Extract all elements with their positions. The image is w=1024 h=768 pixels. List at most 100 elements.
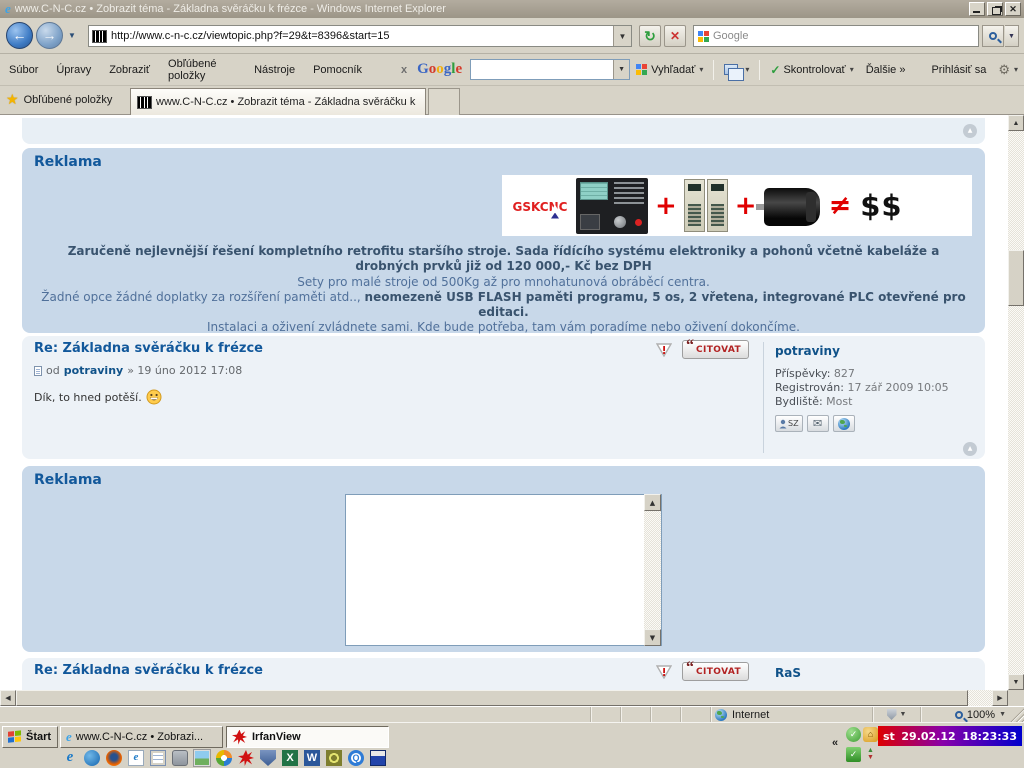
search-box[interactable]	[693, 25, 979, 47]
vertical-scrollbar[interactable]: ▲ ▼	[1008, 115, 1024, 690]
share-windows-icon	[724, 64, 738, 75]
gtb-more-button[interactable]: Ďalšie »	[860, 61, 912, 79]
plus-sign-2: +	[735, 191, 757, 221]
scroll-top-button[interactable]: ▲	[963, 124, 977, 138]
address-input[interactable]	[111, 27, 613, 45]
new-tab-stub[interactable]	[428, 88, 460, 115]
quicklaunch-media-player-icon[interactable]	[216, 750, 232, 766]
website-button[interactable]	[833, 415, 855, 432]
frame-scroll-down-button[interactable]: ▼	[644, 629, 661, 646]
menu-item-help[interactable]: Pomocník	[304, 60, 371, 80]
quicklaunch-floppy-icon[interactable]	[370, 750, 386, 766]
quicklaunch-word-icon[interactable]: W	[304, 750, 320, 766]
report-button[interactable]	[656, 342, 672, 357]
quicklaunch-irfanview-icon[interactable]	[238, 750, 254, 766]
profile-name-link[interactable]: RaS	[775, 666, 801, 680]
smiley-icon	[146, 389, 162, 405]
quicklaunch-ie-document-icon[interactable]: e	[128, 750, 144, 766]
menu-item-favorites[interactable]: Obľúbené položky	[159, 54, 245, 86]
menu-item-tools[interactable]: Nástroje	[245, 60, 304, 80]
scroll-up-button[interactable]: ▲	[1008, 115, 1024, 131]
report-icon	[656, 342, 672, 357]
scrollbar-thumb[interactable]	[16, 690, 968, 706]
profile-name-link[interactable]: potraviny	[775, 344, 840, 358]
private-message-button[interactable]: SZ	[775, 415, 803, 432]
menu-item-view[interactable]: Zobraziť	[100, 60, 159, 80]
quicklaunch-thunderbird-icon[interactable]	[84, 750, 100, 766]
quicklaunch-shield-icon[interactable]	[260, 750, 276, 766]
start-button[interactable]: Štart	[2, 726, 58, 748]
irfanview-icon	[232, 730, 247, 745]
security-zone-pane[interactable]: Internet	[710, 707, 872, 722]
gtb-wrench-button[interactable]: ⚙ ▾	[992, 59, 1024, 81]
google-search-combo[interactable]: ▼	[470, 59, 630, 80]
quote-button[interactable]: “ CITOVAT	[682, 340, 749, 359]
clock-date: 29.02.12	[901, 730, 955, 743]
horizontal-scrollbar[interactable]: ◀ ▶	[0, 690, 1008, 706]
back-button[interactable]: ←	[6, 22, 33, 49]
post-title[interactable]: Re: Základna svěráčku k frézce	[34, 341, 263, 356]
task-button-irfanview[interactable]: IrfanView	[226, 726, 389, 748]
favorites-button[interactable]: ★ Obľúbené položky	[6, 91, 112, 108]
tray-clock[interactable]: st 29.02.12 18:23:33	[878, 726, 1022, 746]
scroll-left-button[interactable]: ◀	[0, 690, 16, 706]
quicklaunch-photo-viewer-icon[interactable]	[194, 750, 210, 766]
post-author-link[interactable]: potraviny	[64, 364, 123, 377]
tray-gold-lock-icon[interactable]: ⌂	[863, 727, 878, 742]
toolbar-separator	[759, 60, 760, 80]
resize-grip[interactable]	[1010, 708, 1024, 722]
report-button[interactable]	[656, 664, 672, 679]
ad-frame[interactable]: ▲ ▼	[345, 494, 662, 646]
tray-collapse-button[interactable]: «	[832, 737, 838, 749]
gtb-spellcheck-button[interactable]: ✓ Skontrolovať▾	[764, 60, 859, 80]
search-button[interactable]	[982, 25, 1004, 47]
quicklaunch-text-document-icon[interactable]	[150, 750, 166, 766]
gtb-search-button[interactable]: Vyhľadať▾	[630, 61, 709, 79]
tray-status-check-icon[interactable]: ✓	[846, 727, 861, 742]
google-search-dropdown[interactable]: ▼	[613, 60, 629, 79]
scroll-down-button[interactable]: ▼	[1008, 674, 1024, 690]
quicklaunch-quicktime-icon[interactable]: Q	[348, 750, 364, 766]
email-button[interactable]: ✉	[807, 415, 829, 432]
forward-button[interactable]: →	[36, 22, 63, 49]
quicklaunch-excel-icon[interactable]: X	[282, 750, 298, 766]
quicklaunch-olive-app-icon[interactable]	[326, 750, 342, 766]
quicklaunch-internet-explorer-icon[interactable]: e	[62, 750, 78, 766]
address-bar[interactable]: ▼	[88, 25, 632, 47]
google-search-input[interactable]	[471, 61, 613, 78]
quote-button[interactable]: “ CITOVAT	[682, 662, 749, 681]
tab-active[interactable]: www.C-N-C.cz • Zobrazit téma - Základna …	[130, 88, 426, 115]
stop-button[interactable]: ✕	[664, 25, 686, 47]
post-title[interactable]: Re: Základna svěráčku k frézce	[34, 663, 263, 678]
frame-scrollbar[interactable]: ▲ ▼	[644, 495, 661, 645]
restore-button[interactable]	[987, 2, 1003, 16]
toolbar-close-icon[interactable]: x	[401, 64, 407, 76]
quicklaunch-firefox-icon[interactable]	[106, 750, 122, 766]
frame-scroll-up-button[interactable]: ▲	[644, 494, 661, 511]
search-input[interactable]	[713, 30, 978, 42]
task-button-ie[interactable]: e www.C-N-C.cz • Zobrazi...	[60, 726, 223, 748]
ad-banner[interactable]: GSKCNC + + ≠ $$	[502, 175, 972, 236]
address-dropdown[interactable]: ▼	[613, 26, 631, 46]
profile-field: Registrován: 17 zář 2009 10:05	[775, 381, 949, 395]
tray-folder-check-icon[interactable]: ✓	[846, 747, 861, 762]
close-button[interactable]: ✕	[1005, 2, 1021, 16]
zoom-control[interactable]: 100% ▼	[920, 707, 1010, 722]
history-dropdown-icon[interactable]: ▼	[68, 31, 76, 40]
status-pane	[590, 707, 620, 722]
gtb-signin-button[interactable]: Prihlásiť sa	[925, 61, 992, 79]
menu-item-edit[interactable]: Úpravy	[47, 60, 100, 80]
tray-sync-arrows-icon[interactable]: ▲▼	[863, 747, 878, 762]
quicklaunch-device-icon[interactable]	[172, 750, 188, 766]
profile-field: Bydliště: Most	[775, 395, 949, 409]
scroll-top-button[interactable]: ▲	[963, 442, 977, 456]
minimize-button[interactable]	[969, 2, 985, 16]
gtb-share-button[interactable]: ▾	[718, 61, 755, 78]
scroll-right-button[interactable]: ▶	[992, 690, 1008, 706]
search-dropdown[interactable]: ▼	[1005, 25, 1019, 47]
scrollbar-thumb[interactable]	[1008, 250, 1024, 306]
protected-mode-pane[interactable]: ▼	[872, 707, 920, 722]
refresh-button[interactable]: ↻	[639, 25, 661, 47]
internet-zone-icon	[715, 709, 727, 721]
menu-item-file[interactable]: Súbor	[0, 60, 47, 80]
